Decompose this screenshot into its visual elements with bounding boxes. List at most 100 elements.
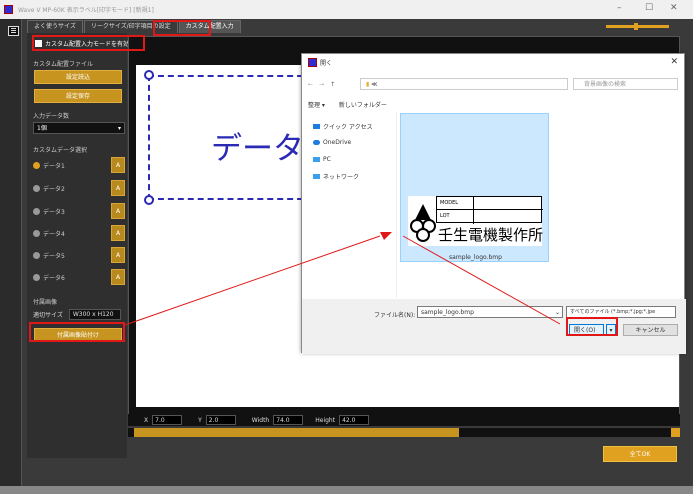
address-bar[interactable]: ▮ ≪	[360, 78, 568, 90]
tab-common-sizes[interactable]: よく使うサイズ	[27, 20, 83, 33]
monitor-icon	[313, 157, 320, 162]
maximize-button[interactable]: ☐	[645, 3, 653, 13]
address-text: ≪	[371, 81, 378, 88]
cancel-button[interactable]: キャンセル	[623, 324, 678, 336]
address-row: ← → ↑ ▮ ≪ 背景画像の検索	[308, 77, 679, 91]
image-section-label: 付属画像	[33, 299, 58, 306]
data-item-1[interactable]: データ1 A	[33, 156, 125, 174]
data-item-label: データ4	[43, 230, 65, 238]
star-icon	[313, 124, 320, 129]
data-item-label: データ2	[43, 185, 65, 193]
data-item-3[interactable]: データ3 A	[33, 202, 125, 220]
filename-value: sample_logo.bmp	[421, 309, 474, 316]
scrollbar-thumb[interactable]	[134, 428, 459, 437]
horizontal-scrollbar[interactable]	[128, 428, 680, 437]
nav-label: OneDrive	[323, 139, 352, 146]
nav-quick-access[interactable]: クイック アクセス	[313, 122, 373, 131]
app-icon	[4, 5, 13, 14]
chevron-down-icon: ▾	[117, 125, 121, 132]
radio-icon[interactable]	[33, 207, 40, 215]
logo-company-name: 壬生電機製作所	[438, 226, 544, 244]
data-item-a-button[interactable]: A	[111, 247, 125, 263]
forward-arrow-icon[interactable]: →	[319, 81, 324, 88]
zoom-slider-knob[interactable]	[634, 23, 638, 30]
width-input[interactable]: 74.0	[273, 415, 304, 425]
window-title: Wave V MP-60K 表示ラベル[印字モード] [新規1]	[18, 7, 154, 14]
logo-symbol-icon	[410, 204, 436, 242]
open-file-dialog: 開く ✕ ← → ↑ ▮ ≪ 背景画像の検索 整理 ▾ 新しいフォルダー クイッ…	[301, 53, 686, 354]
data-count-select[interactable]: 1個 ▾	[33, 122, 125, 134]
y-input[interactable]: 2.0	[205, 415, 236, 425]
data-select-label: カスタムデータ選択	[33, 147, 88, 154]
height-input[interactable]: 42.0	[339, 415, 370, 425]
logo-model: MODEL	[437, 197, 543, 210]
search-input[interactable]: 背景画像の検索	[573, 78, 678, 90]
data-item-a-button[interactable]: A	[111, 225, 125, 241]
back-arrow-icon[interactable]: ←	[308, 81, 313, 88]
highlight-custom-tab	[153, 20, 211, 36]
coordinate-bar: X 7.0 Y 2.0 Width 74.0 Height 42.0	[128, 414, 680, 426]
save-settings-button[interactable]: 設定保存	[34, 89, 122, 103]
radio-icon[interactable]	[33, 184, 40, 192]
dialog-app-icon	[308, 58, 317, 67]
zoom-slider[interactable]	[606, 23, 669, 30]
radio-icon[interactable]	[33, 161, 40, 169]
file-item-sample-logo[interactable]: MODEL LOT 壬生電機製作所 sample_logo.bmp	[400, 113, 549, 262]
menu-icon[interactable]	[8, 26, 19, 36]
chevron-down-icon[interactable]: ⌄	[555, 307, 560, 318]
data-item-label: データ1	[43, 162, 65, 170]
dialog-close-icon[interactable]: ✕	[670, 57, 678, 67]
up-arrow-icon[interactable]: ↑	[330, 81, 335, 88]
data-item-2[interactable]: データ2 A	[33, 179, 125, 197]
dialog-title: 開く	[320, 60, 333, 67]
left-strip	[0, 19, 22, 486]
search-placeholder: 背景画像の検索	[584, 81, 627, 88]
filename-label: ファイル名(N):	[374, 312, 416, 319]
canvas-data-text: データ	[211, 131, 304, 167]
navigation-pane: クイック アクセス OneDrive PC ネットワーク	[302, 112, 397, 298]
x-label: X	[144, 416, 149, 424]
logo-thumbnail: MODEL LOT 壬生電機製作所	[408, 196, 544, 246]
data-item-a-button[interactable]: A	[111, 269, 125, 285]
dialog-bottom-bar: ファイル名(N): sample_logo.bmp ⌄ すべてのファイル (*.…	[302, 299, 686, 354]
logo-lot: LOT	[440, 213, 450, 219]
data-item-a-button[interactable]: A	[111, 157, 125, 173]
organize-menu[interactable]: 整理 ▾	[308, 100, 325, 109]
scroll-right-arrow[interactable]	[671, 428, 680, 437]
resize-handle-bottom-left[interactable]	[144, 195, 154, 205]
custom-file-label: カスタム配置ファイル	[33, 61, 94, 68]
logo-table: MODEL LOT	[436, 196, 543, 224]
data-item-4[interactable]: データ4 A	[33, 224, 125, 242]
data-item-a-button[interactable]: A	[111, 203, 125, 219]
data-item-6[interactable]: データ6 A	[33, 268, 125, 286]
all-ok-button[interactable]: 全てOK	[603, 446, 677, 462]
window-titlebar: Wave V MP-60K 表示ラベル[印字モード] [新規1] – ☐ ✕	[0, 0, 693, 19]
minimize-button[interactable]: –	[617, 3, 622, 13]
dialog-toolbar: 整理 ▾ 新しいフォルダー	[308, 98, 679, 110]
radio-icon[interactable]	[33, 229, 40, 237]
nav-onedrive[interactable]: OneDrive	[313, 139, 351, 146]
data-item-label: データ5	[43, 252, 65, 260]
close-button[interactable]: ✕	[670, 3, 678, 13]
data-item-5[interactable]: データ5 A	[33, 246, 125, 264]
nav-network[interactable]: ネットワーク	[313, 172, 359, 181]
data-count-value: 1個	[37, 125, 47, 132]
file-name-label: sample_logo.bmp	[449, 254, 502, 261]
data-item-label: データ3	[43, 208, 65, 216]
highlight-custom-mode	[32, 35, 145, 51]
highlight-open-button	[566, 317, 618, 336]
data-item-a-button[interactable]: A	[111, 180, 125, 196]
nav-pc[interactable]: PC	[313, 156, 331, 163]
radio-icon[interactable]	[33, 273, 40, 281]
new-folder-button[interactable]: 新しいフォルダー	[339, 100, 387, 109]
resize-handle-top-left[interactable]	[144, 70, 154, 80]
load-settings-button[interactable]: 設定読込	[34, 70, 122, 84]
filename-input[interactable]: sample_logo.bmp ⌄	[417, 306, 563, 318]
radio-icon[interactable]	[33, 251, 40, 259]
x-input[interactable]: 7.0	[152, 415, 183, 425]
network-icon	[313, 174, 320, 179]
height-label: Height	[315, 416, 336, 424]
data-item-label: データ6	[43, 274, 65, 282]
width-label: Width	[251, 416, 270, 424]
y-label: Y	[198, 416, 202, 424]
